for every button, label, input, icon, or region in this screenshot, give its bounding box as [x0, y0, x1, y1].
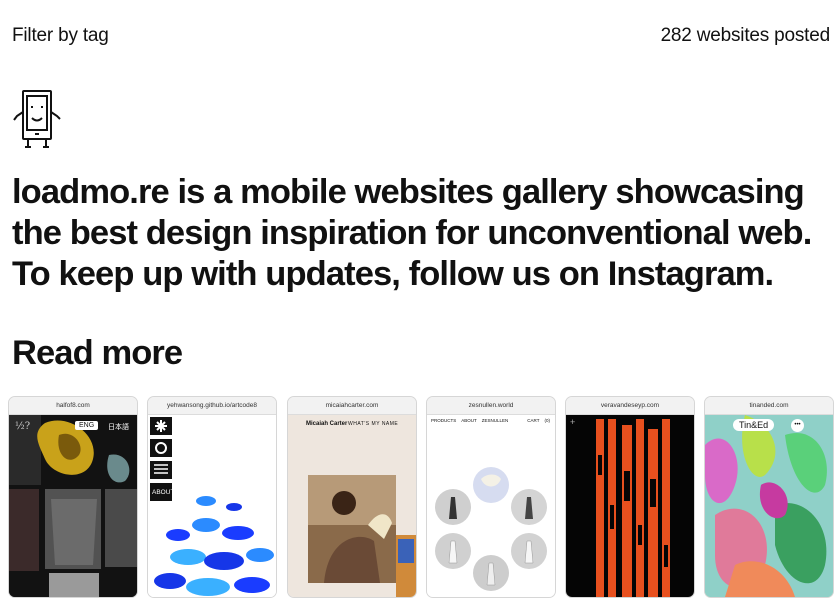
- instagram-link[interactable]: Instagram: [608, 255, 766, 293]
- card-screenshot: +: [566, 415, 694, 597]
- card-art: [9, 415, 137, 597]
- card-screenshot: Tin&Ed •••: [705, 415, 833, 597]
- card-screenshot: Micaiah Carter WHAT'S MY NAME: [288, 415, 416, 597]
- website-gallery: halfof8.com ½? ENG 日本語 yehwansong.github…: [8, 396, 834, 598]
- site-name: Micaiah Carter: [306, 421, 348, 427]
- plus-icon[interactable]: +: [570, 417, 575, 427]
- website-card[interactable]: micaiahcarter.com Micaiah Carter WHAT'S …: [287, 396, 417, 598]
- website-card[interactable]: tinanded.com Tin&Ed •••: [704, 396, 834, 598]
- brand-badge[interactable]: Tin&Ed: [733, 419, 775, 431]
- website-card[interactable]: veravandeseyp.com +: [565, 396, 695, 598]
- corner-label: ½?: [15, 421, 31, 432]
- card-url: halfof8.com: [9, 397, 137, 415]
- card-url: zesnullen.world: [427, 397, 555, 415]
- phone-mascot-icon[interactable]: [12, 88, 62, 150]
- nav-cart[interactable]: CART: [527, 418, 539, 423]
- websites-count: 282 websites posted: [660, 25, 831, 46]
- website-card[interactable]: halfof8.com ½? ENG 日本語: [8, 396, 138, 598]
- card-screenshot: ABOUT: [148, 415, 276, 597]
- nav-about[interactable]: ABOUT: [461, 418, 477, 423]
- card-url: micaiahcarter.com: [288, 397, 416, 415]
- card-screenshot: ½? ENG 日本語: [9, 415, 137, 597]
- more-options-icon[interactable]: •••: [791, 419, 804, 432]
- site-nav[interactable]: WHAT'S MY NAME: [348, 421, 398, 427]
- site-nav: PRODUCTS ABOUT ZESNULLEN CART (0): [431, 418, 550, 423]
- lang-eng-button[interactable]: ENG: [75, 421, 99, 430]
- card-url: tinanded.com: [705, 397, 833, 415]
- card-art: [148, 417, 276, 597]
- card-art: [308, 475, 416, 597]
- intro-text-end: .: [764, 255, 775, 293]
- read-more-link[interactable]: Read more: [12, 334, 183, 373]
- lang-jp-button[interactable]: 日本語: [104, 421, 133, 433]
- top-bar: Filter by tag 282 websites posted: [12, 24, 830, 48]
- card-screenshot: PRODUCTS ABOUT ZESNULLEN CART (0): [427, 415, 555, 597]
- website-card[interactable]: yehwansong.github.io/artcode8 ABOUT: [147, 396, 277, 598]
- nav-logo[interactable]: ZESNULLEN: [482, 418, 509, 423]
- website-card[interactable]: zesnullen.world PRODUCTS ABOUT ZESNULLEN…: [426, 396, 556, 598]
- card-art: [705, 415, 833, 597]
- phone-mascot-icon-svg: [13, 90, 61, 148]
- intro-text: loadmo.re is a mobile websites gallery s…: [12, 172, 838, 295]
- card-url: veravandeseyp.com: [566, 397, 694, 415]
- nav-cart-count: (0): [544, 418, 550, 423]
- card-art: [596, 419, 670, 597]
- about-menu-item[interactable]: ABOUT: [152, 489, 174, 496]
- filter-by-tag-button[interactable]: Filter by tag: [12, 25, 109, 47]
- card-art: [435, 467, 547, 591]
- nav-products[interactable]: PRODUCTS: [431, 418, 456, 423]
- card-url: yehwansong.github.io/artcode8: [148, 397, 276, 415]
